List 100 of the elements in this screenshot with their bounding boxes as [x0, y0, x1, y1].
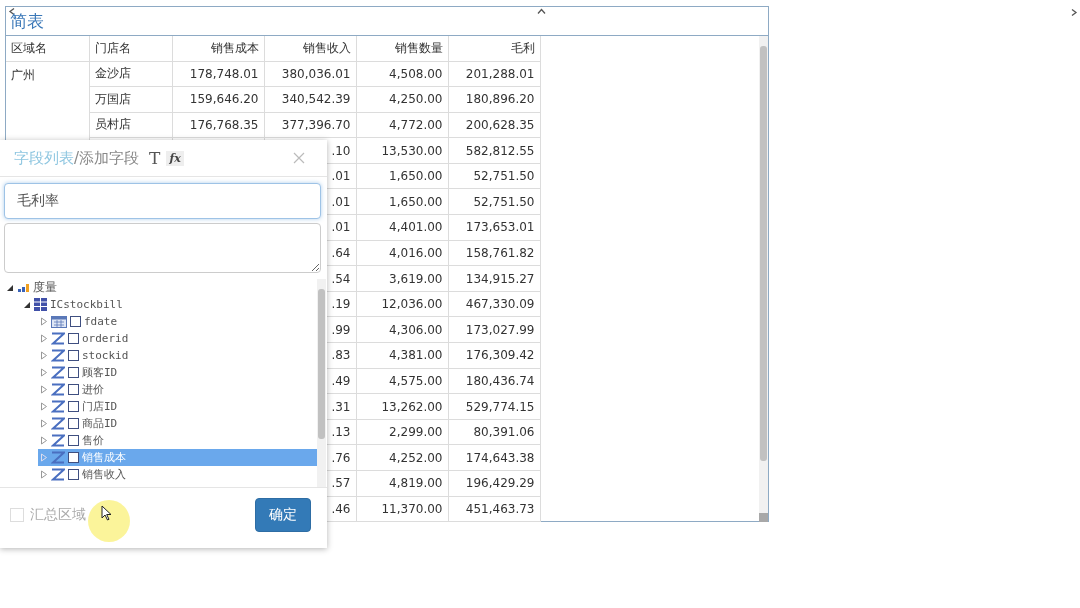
collapsed-arrow-icon[interactable]	[40, 334, 48, 343]
table-cell: 529,774.15	[448, 393, 540, 420]
collapsed-arrow-icon[interactable]	[40, 385, 48, 394]
table-cell: 340,542.39	[264, 86, 356, 113]
column-header[interactable]: 毛利	[448, 36, 540, 61]
scrollbar[interactable]	[759, 36, 768, 522]
tree-label: 销售成本	[82, 450, 126, 465]
table-cell: 176,309.42	[448, 342, 540, 369]
table-cell: 2,299.00	[356, 419, 448, 445]
table-cell: 196,429.29	[448, 470, 540, 497]
tree-label: stockid	[82, 349, 129, 362]
table-cell: 1,650.00	[356, 163, 448, 189]
checkbox[interactable]	[68, 333, 79, 344]
table-cell: 80,391.06	[448, 419, 540, 445]
table-cell: 3,619.00	[356, 265, 448, 292]
tree-label: 售价	[82, 433, 104, 448]
grid-icon	[34, 298, 47, 311]
table-cell: 1,650.00	[356, 188, 448, 215]
column-header[interactable]: 门店名	[89, 36, 172, 61]
expanded-arrow-icon[interactable]	[6, 283, 14, 292]
tree-label: ICstockbill	[50, 298, 123, 311]
table-cell: 173,653.01	[448, 214, 540, 241]
checkbox[interactable]	[68, 418, 79, 429]
table-cell: 4,250.00	[356, 86, 448, 113]
text-tool-button[interactable]: T	[149, 148, 161, 168]
table-cell: 4,306.00	[356, 316, 448, 343]
checkbox[interactable]	[68, 367, 79, 378]
table-cell: 11,370.00	[356, 496, 448, 522]
checkbox[interactable]	[68, 350, 79, 361]
checkbox[interactable]	[70, 316, 81, 327]
column-header[interactable]: 销售数量	[356, 36, 448, 61]
dialog-title: 字段列表/添加字段	[14, 148, 140, 168]
table-cell: 176,768.35	[172, 112, 264, 138]
tree-label: 销售收入	[82, 467, 126, 482]
column-header[interactable]: 销售收入	[264, 36, 356, 61]
z-letter-icon	[51, 417, 65, 430]
collapsed-arrow-icon[interactable]	[40, 368, 48, 377]
collapsed-arrow-icon[interactable]	[40, 317, 48, 326]
collapsed-arrow-icon[interactable]	[40, 419, 48, 428]
table-cell: 174,643.38	[448, 444, 540, 471]
table-cell: 12,036.00	[356, 291, 448, 317]
table-cell: 4,016.00	[356, 240, 448, 266]
table-cell: 201,288.01	[448, 61, 540, 87]
table-cell: 380,036.01	[264, 61, 356, 87]
pointer-icon	[101, 505, 112, 521]
table-cell: 52,751.50	[448, 163, 540, 189]
table-cell: 4,772.00	[356, 112, 448, 138]
checkbox-label: 汇总区域	[30, 506, 86, 524]
z-letter-icon	[51, 349, 65, 362]
collapse-up-icon[interactable]	[537, 8, 546, 15]
table-cell: 173,027.99	[448, 316, 540, 343]
checkbox[interactable]	[68, 435, 79, 446]
tree-label: 门店ID	[82, 399, 118, 414]
table-cell: 134,915.27	[448, 265, 540, 292]
scrollbar[interactable]	[317, 279, 326, 487]
collapsed-arrow-icon[interactable]	[40, 436, 48, 445]
confirm-button[interactable]: 确定	[255, 498, 311, 532]
z-letter-icon	[51, 383, 65, 396]
checkbox[interactable]	[68, 469, 79, 480]
formula-tool-button[interactable]: fx	[166, 150, 184, 166]
checkbox[interactable]	[68, 401, 79, 412]
z-letter-icon	[51, 434, 65, 447]
name-field[interactable]: 毛利率	[4, 183, 321, 219]
collapse-left-icon[interactable]	[8, 8, 17, 15]
table-cell: 4,819.00	[356, 470, 448, 497]
collapsed-arrow-icon[interactable]	[40, 470, 48, 479]
table-cell: 180,896.20	[448, 86, 540, 113]
table-cell: 4,508.00	[356, 61, 448, 87]
table-cell: 178,748.01	[172, 61, 264, 87]
collapsed-arrow-icon[interactable]	[40, 402, 48, 411]
checkbox[interactable]	[68, 384, 79, 395]
tree-label: 进价	[82, 382, 104, 397]
table-cell: 13,530.00	[356, 137, 448, 164]
expanded-arrow-icon[interactable]	[23, 300, 31, 309]
table-cell: 4,401.00	[356, 214, 448, 241]
table-cell: 582,812.55	[448, 137, 540, 164]
calendar-icon	[51, 315, 67, 328]
table-cell: 4,381.00	[356, 342, 448, 369]
panel-title: 简表	[10, 11, 44, 31]
tree-label: orderid	[82, 332, 129, 345]
column-header[interactable]: 销售成本	[172, 36, 264, 61]
expand-right-icon[interactable]	[1069, 9, 1078, 16]
table-cell: 180,436.74	[448, 368, 540, 394]
tree-label: 商品ID	[82, 416, 118, 431]
tree-label: fdate	[84, 315, 118, 328]
z-letter-icon	[51, 468, 65, 481]
bar-chart-icon	[17, 282, 30, 293]
table-cell: 员村店	[89, 112, 172, 138]
checkbox[interactable]	[68, 452, 79, 463]
expression-field[interactable]	[4, 223, 321, 273]
z-letter-icon	[51, 451, 65, 464]
table-cell: 451,463.73	[448, 496, 540, 522]
table-cell: 13,262.00	[356, 393, 448, 420]
table-cell: 467,330.09	[448, 291, 540, 317]
table-cell: 158,761.82	[448, 240, 540, 266]
cursor-highlight	[88, 500, 130, 542]
collapsed-arrow-icon[interactable]	[40, 351, 48, 360]
tree-label: 度量	[33, 279, 57, 296]
column-header[interactable]: 区域名	[6, 36, 89, 61]
tree-label: 顾客ID	[82, 365, 118, 380]
